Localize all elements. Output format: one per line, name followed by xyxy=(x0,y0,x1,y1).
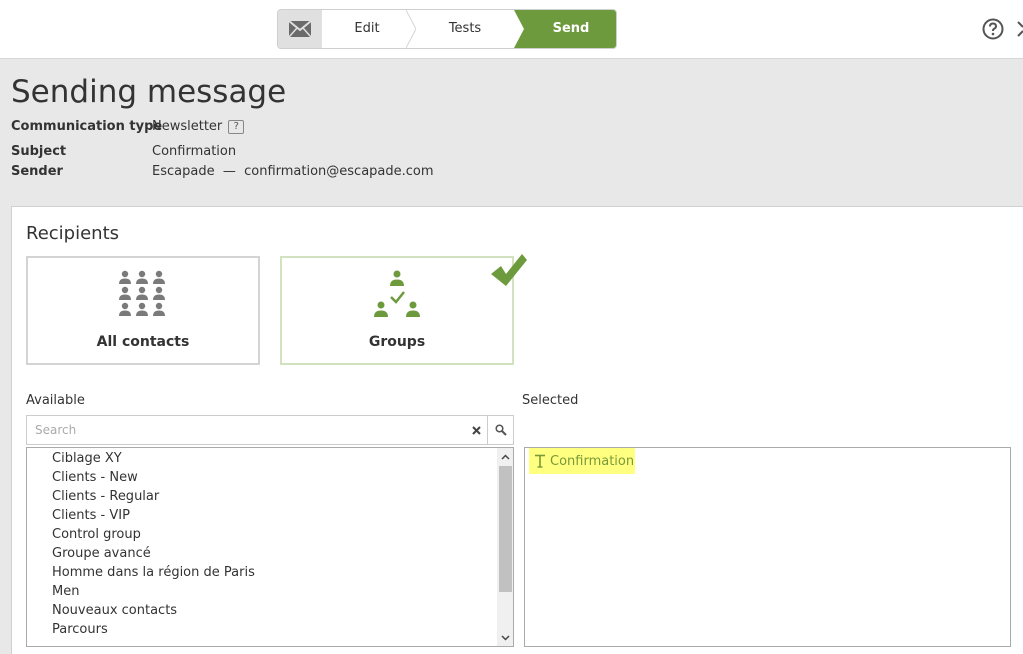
list-item[interactable]: Parcours xyxy=(52,622,108,637)
contacts-grid-icon xyxy=(28,270,258,322)
recipients-title: Recipients xyxy=(26,223,120,244)
list-item[interactable]: Ciblage XY xyxy=(52,451,122,466)
step-send-label: Send xyxy=(552,21,590,36)
subject-label: Subject xyxy=(11,144,67,159)
step-edit-label: Edit xyxy=(354,21,380,36)
search-input[interactable] xyxy=(27,416,465,444)
groups-hierarchy-icon xyxy=(282,270,512,324)
search-icon xyxy=(495,424,507,436)
communication-type-value: Newsletter? xyxy=(152,119,245,134)
chevron-down-icon xyxy=(501,634,510,641)
available-label: Available xyxy=(26,393,85,408)
message-step[interactable] xyxy=(278,10,322,48)
list-item[interactable]: Clients - New xyxy=(52,470,138,485)
sender-value: Escapade — confirmation@escapade.com xyxy=(152,164,434,179)
list-item[interactable]: Control group xyxy=(52,527,141,542)
selected-item-label: Confirmation xyxy=(550,453,635,469)
list-item[interactable]: Clients - VIP xyxy=(52,508,130,523)
clear-search-button[interactable] xyxy=(465,416,487,444)
selected-item[interactable]: Confirmation xyxy=(529,448,635,474)
search-button[interactable] xyxy=(487,416,514,444)
list-item[interactable]: Homme dans la région de Paris xyxy=(52,565,255,580)
text-type-icon xyxy=(535,454,545,468)
groups-option[interactable]: Groups xyxy=(280,256,514,365)
communication-type-label: Communication type xyxy=(11,119,163,134)
communication-type-help-icon[interactable]: ? xyxy=(228,120,245,134)
close-icon xyxy=(471,425,481,435)
scroll-down-button[interactable] xyxy=(497,629,513,646)
step-tests[interactable]: Tests xyxy=(416,10,514,48)
all-contacts-label: All contacts xyxy=(96,334,190,350)
sender-label: Sender xyxy=(11,164,63,179)
page-title: Sending message xyxy=(11,74,287,110)
chevron-up-icon xyxy=(501,453,510,460)
selected-list[interactable]: Confirmation xyxy=(524,447,1011,647)
top-bar: Edit Tests Send xyxy=(0,0,1023,59)
groups-label: Groups xyxy=(368,334,426,350)
help-icon[interactable] xyxy=(982,18,1004,40)
list-item[interactable]: Men xyxy=(52,584,79,599)
communication-type-text: Newsletter xyxy=(152,119,223,134)
search-box xyxy=(26,415,514,445)
scroll-up-button[interactable] xyxy=(497,448,513,465)
available-list[interactable]: Ciblage XY Clients - New Clients - Regul… xyxy=(26,447,514,647)
selected-check-icon xyxy=(491,254,527,286)
expand-icon[interactable] xyxy=(1016,20,1023,38)
envelope-icon xyxy=(288,20,312,38)
scroll-thumb[interactable] xyxy=(499,466,512,592)
all-contacts-option[interactable]: All contacts xyxy=(26,256,260,365)
list-item[interactable]: Nouveaux contacts xyxy=(52,603,177,618)
step-send[interactable]: Send xyxy=(514,10,616,48)
list-item[interactable]: Groupe avancé xyxy=(52,546,151,561)
recipients-panel: Recipients All contacts Groups Available… xyxy=(11,206,1023,654)
step-edit[interactable]: Edit xyxy=(322,10,412,48)
list-item[interactable]: Clients - Regular xyxy=(52,489,159,504)
step-tests-label: Tests xyxy=(448,21,482,36)
wizard-steps: Edit Tests Send xyxy=(277,9,617,49)
selected-label: Selected xyxy=(522,393,579,408)
subject-value: Confirmation xyxy=(152,144,237,159)
list-scrollbar[interactable] xyxy=(497,448,513,646)
